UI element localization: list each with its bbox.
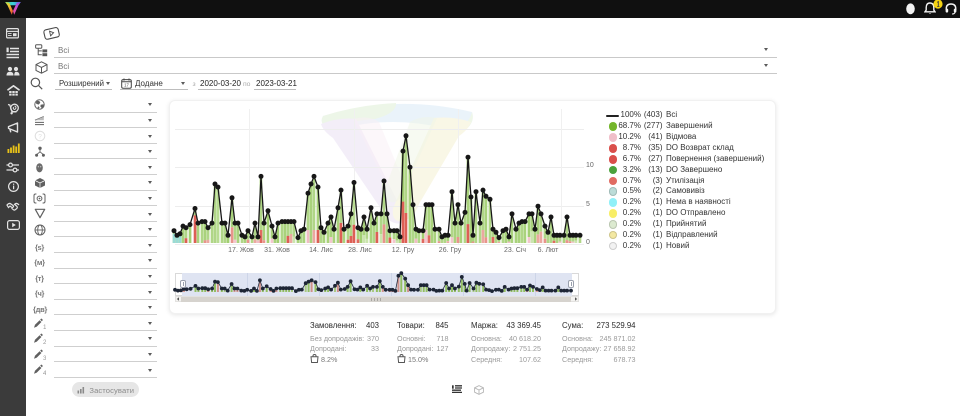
svg-text:1: 1 [43, 324, 46, 330]
svg-text:?: ? [38, 134, 42, 141]
svg-text:17: 17 [124, 82, 129, 87]
svg-text:3: 3 [43, 355, 46, 361]
svg-text:2: 2 [43, 339, 46, 345]
svg-text:4: 4 [43, 370, 46, 376]
